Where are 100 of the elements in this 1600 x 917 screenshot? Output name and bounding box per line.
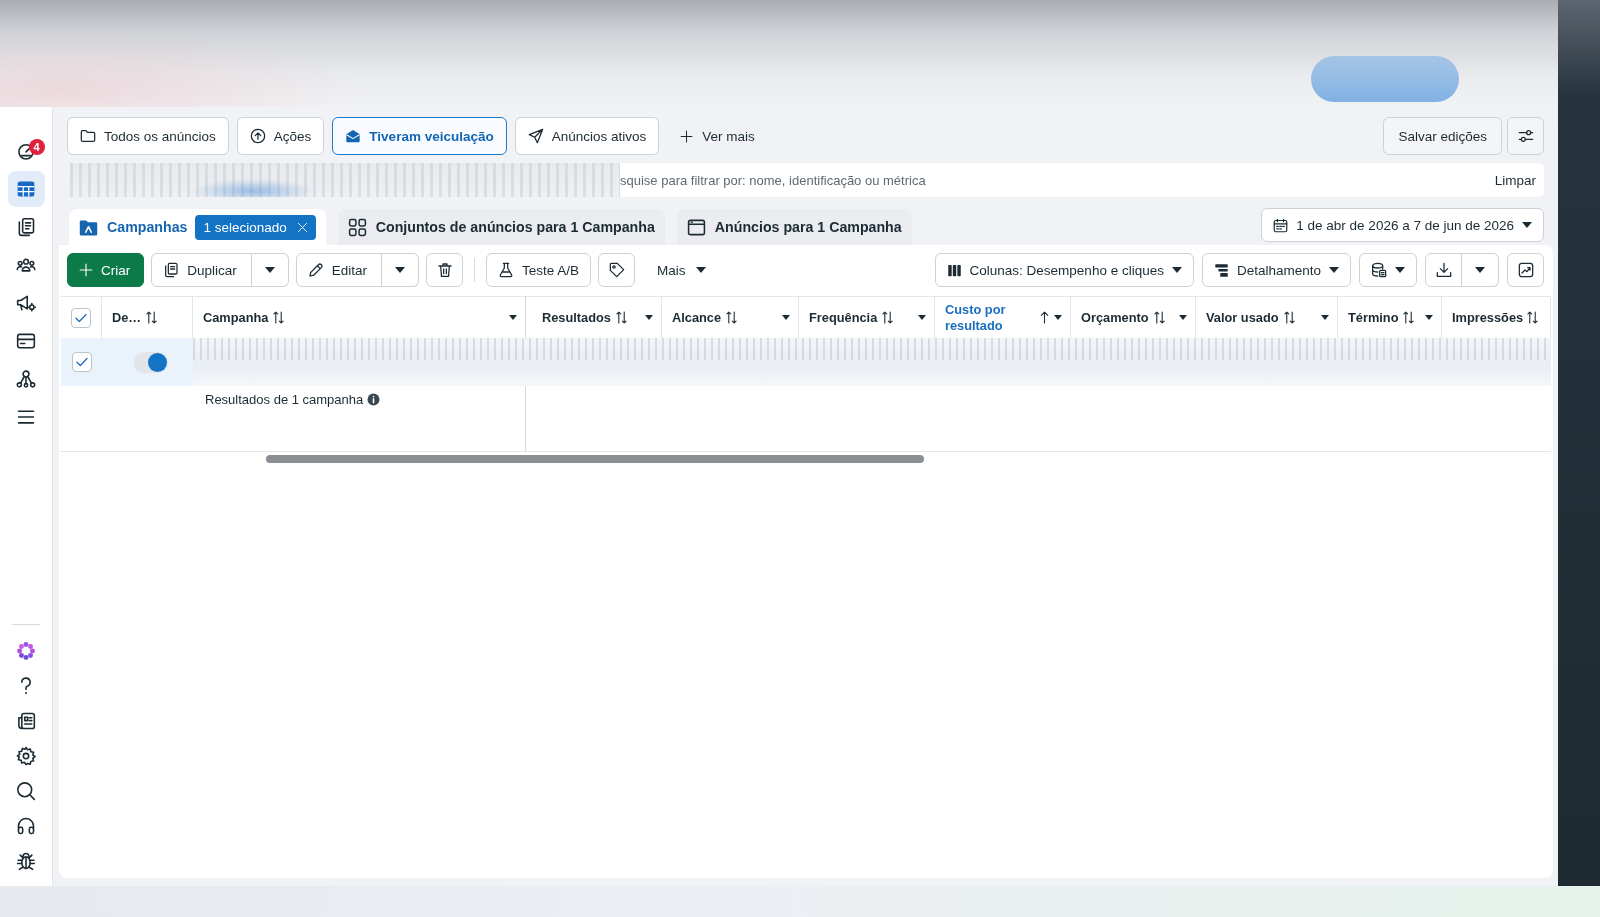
tab[interactable]: Campanhas: [69, 209, 196, 245]
caret-icon: [645, 315, 653, 320]
search-field[interactable]: squise para filtrar por: nome, identificação ou métrica: [620, 163, 1487, 197]
sort-icon: [1153, 311, 1165, 324]
sort-icon: [882, 311, 894, 324]
caret-icon: [695, 267, 706, 273]
sort-icon: [726, 311, 738, 324]
view-button[interactable]: Todos os anúncios: [67, 117, 229, 155]
see-more-button[interactable]: Ver mais: [672, 117, 763, 155]
create-button[interactable]: Criar: [67, 253, 145, 287]
selection-chip[interactable]: 1 selecionado: [195, 214, 316, 240]
menu-icon: [16, 407, 36, 427]
column-header[interactable]: Impressões: [1442, 296, 1551, 338]
more-button[interactable]: Mais: [645, 253, 718, 287]
plus-icon: [680, 129, 694, 143]
sort-icon: [616, 311, 627, 324]
checkbox[interactable]: [71, 307, 91, 328]
dropdown-button[interactable]: [251, 253, 289, 287]
check-icon: [75, 311, 87, 324]
documents-icon: [16, 217, 36, 237]
check-icon: [75, 356, 88, 368]
caret-icon: [1395, 267, 1405, 273]
tab[interactable]: Conjuntos de anúncios para 1 Campanha: [337, 209, 665, 245]
sort-icon: [1527, 311, 1538, 324]
calendar-icon: [1273, 217, 1289, 233]
search-icon: [16, 781, 36, 801]
edit-button[interactable]: Editar: [295, 253, 383, 287]
plus-icon: [79, 263, 93, 277]
caret-icon: [1179, 315, 1187, 320]
megaphone-icon: [16, 293, 36, 313]
clear-button[interactable]: Limpar: [1486, 163, 1544, 197]
delete-button[interactable]: [426, 253, 464, 287]
folder-icon: [79, 217, 98, 237]
save-button[interactable]: Salvar edições: [1383, 117, 1502, 155]
column-header[interactable]: Orçamento: [1071, 296, 1196, 338]
dropdown-button[interactable]: [1462, 253, 1499, 287]
view-button[interactable]: Ações: [236, 117, 325, 155]
checkbox[interactable]: [71, 352, 92, 372]
network-icon: [16, 369, 36, 389]
column-header[interactable]: Término: [1338, 296, 1442, 338]
tag-button[interactable]: [598, 253, 636, 287]
caret-icon: [1475, 267, 1485, 273]
envelope-icon: [345, 128, 362, 144]
column-header[interactable]: Valor usado: [1196, 296, 1338, 338]
dropdown-button[interactable]: [382, 253, 420, 287]
pencil-icon: [307, 262, 324, 278]
breakdown-button[interactable]: Detalhamento: [1201, 253, 1351, 287]
column-header[interactable]: Custo por resultado: [935, 296, 1071, 338]
column-header[interactable]: Campanha: [193, 296, 526, 338]
scrollbar-thumb[interactable]: [266, 455, 924, 463]
download-icon: [1435, 262, 1452, 278]
column-header[interactable]: Alcance: [662, 296, 799, 338]
sliders-icon: [1517, 128, 1534, 144]
caret-icon: [1522, 222, 1532, 228]
ab-test-button[interactable]: Teste A/B: [486, 253, 592, 287]
view-button[interactable]: Anúncios ativos: [514, 117, 660, 155]
duplicate-button[interactable]: Duplicar: [151, 253, 252, 287]
info-icon: [367, 393, 381, 406]
sort-icon: [1403, 311, 1415, 324]
headset-icon: [16, 816, 36, 836]
card-icon: [16, 331, 36, 351]
column-header[interactable]: Resultados: [526, 296, 662, 338]
caret-icon: [782, 315, 790, 320]
tab[interactable]: Anúncios para 1 Campanha: [676, 209, 912, 245]
results-summary: Resultados de 1 campanha: [205, 392, 364, 407]
view-button[interactable]: Tiveram veiculação: [332, 117, 507, 155]
bars-icon: [1213, 262, 1229, 278]
caret-icon: [395, 267, 406, 273]
toggle-switch[interactable]: [133, 351, 168, 373]
caret-icon: [1054, 315, 1062, 320]
arrow-up-icon: [1039, 311, 1050, 324]
trash-icon: [436, 262, 453, 278]
filter-settings-button[interactable]: [1507, 117, 1544, 155]
columns-button[interactable]: Colunas: Desempenho e cliques: [934, 253, 1194, 287]
settings-icon: [16, 746, 36, 766]
flower-icon: [15, 640, 37, 662]
notification-badge: 4: [28, 139, 45, 155]
copy-icon: [163, 262, 180, 278]
window-icon: [686, 217, 706, 237]
folder-icon: [80, 128, 96, 144]
caret-icon: [1425, 315, 1433, 320]
bug-icon: [16, 851, 36, 871]
grid-icon: [347, 217, 367, 237]
flask-icon: [498, 262, 515, 278]
reports-button[interactable]: [1359, 253, 1417, 287]
table-icon: [16, 179, 36, 199]
column-header[interactable]: Frequência: [799, 296, 935, 338]
close-icon: [296, 221, 308, 233]
caret-icon: [1329, 267, 1339, 273]
chart-button[interactable]: [1507, 253, 1544, 287]
chart-icon: [1517, 262, 1534, 278]
newspaper-icon: [16, 711, 36, 731]
stack-icon: [1371, 262, 1387, 278]
columns-icon: [946, 262, 962, 278]
date-range-button[interactable]: 1 de abr de 2026 a 7 de jun de 2026: [1261, 208, 1544, 242]
caret-icon: [264, 267, 275, 273]
tag-icon: [608, 262, 625, 278]
paper-plane-icon: [527, 128, 544, 144]
caret-icon: [1171, 267, 1182, 273]
download-button[interactable]: [1425, 253, 1462, 287]
